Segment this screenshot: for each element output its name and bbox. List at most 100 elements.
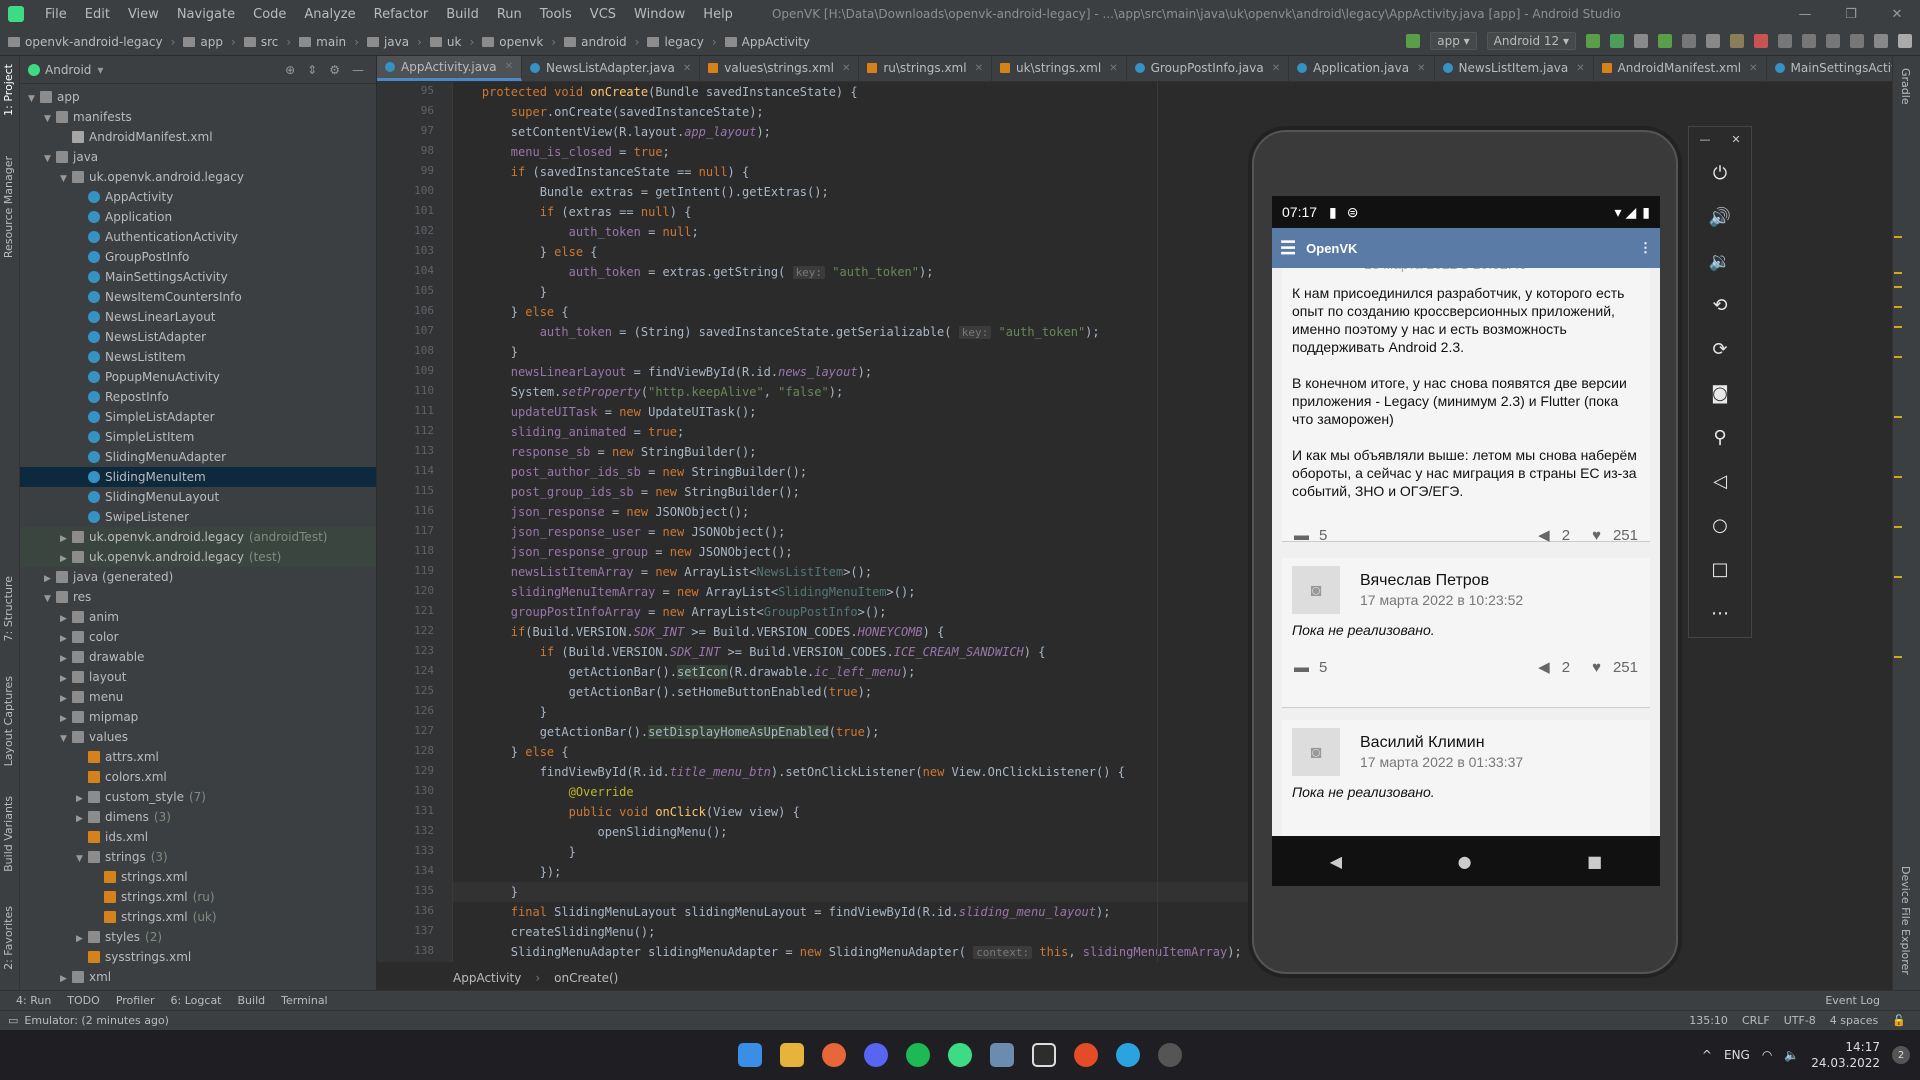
collapsed-icon[interactable]: ▶ xyxy=(76,809,88,829)
language-indicator[interactable]: ENG xyxy=(1724,1048,1750,1062)
close-icon[interactable]: ✕ xyxy=(683,63,691,74)
editor-tab[interactable]: AppActivity.java ✕ xyxy=(377,56,522,81)
news-feed[interactable]: 18 марта 2022 в 10:32:49 К нам присоедин… xyxy=(1272,268,1660,836)
recents-icon[interactable]: ■ xyxy=(1587,852,1602,871)
gradle-tab[interactable]: Gradle xyxy=(1899,68,1912,105)
run-config-select[interactable]: app ▾ xyxy=(1430,32,1477,50)
spotify-icon[interactable] xyxy=(906,1043,930,1067)
chevron-down-icon[interactable]: ▾ xyxy=(97,63,103,77)
breadcrumb-item[interactable]: openvk › xyxy=(482,35,556,49)
tree-item[interactable]: ▼ res xyxy=(20,587,376,607)
indent-setting[interactable]: 4 spaces xyxy=(1830,1014,1879,1027)
tree-item[interactable]: GroupPostInfo xyxy=(20,247,376,267)
close-icon[interactable]: ✕ xyxy=(505,61,513,72)
tree-item[interactable]: PopupMenuActivity xyxy=(20,367,376,387)
breadcrumb-item[interactable]: src › xyxy=(243,35,291,49)
minimize-icon[interactable]: — xyxy=(1699,133,1710,146)
collapse-all-icon[interactable]: ⇕ xyxy=(307,63,317,77)
home-icon[interactable]: ● xyxy=(1458,852,1472,871)
close-icon[interactable]: ✕ xyxy=(975,63,983,74)
tree-item[interactable]: NewsItemCountersInfo xyxy=(20,287,376,307)
tree-item[interactable]: sysstrings.xml xyxy=(20,947,376,967)
tree-item[interactable]: ▶ xml xyxy=(20,967,376,987)
heart-icon[interactable]: ♥ xyxy=(1592,527,1601,544)
structure-tab[interactable]: 7: Structure xyxy=(2,576,15,641)
github-desktop-icon[interactable] xyxy=(1032,1043,1056,1067)
expanded-icon[interactable]: ▼ xyxy=(60,729,72,749)
tool-window-5[interactable]: Terminal xyxy=(281,994,328,1007)
more-icon[interactable]: ⋯ xyxy=(1689,591,1751,635)
editor-tab[interactable]: NewsListItem.java ✕ xyxy=(1435,56,1594,81)
breadcrumb-item[interactable]: main › xyxy=(299,35,359,49)
tree-item[interactable]: SimpleListItem xyxy=(20,427,376,447)
menu-view[interactable]: View xyxy=(119,7,168,22)
repost-icon[interactable]: ◀ xyxy=(1538,526,1550,544)
breadcrumb-item[interactable]: android › xyxy=(564,35,639,49)
editor-tab[interactable]: values\strings.xml ✕ xyxy=(700,56,860,81)
rotate-right-icon[interactable]: ⟳ xyxy=(1689,327,1751,371)
project-view-select[interactable]: Android xyxy=(45,63,91,77)
menu-file[interactable]: File xyxy=(36,7,76,22)
close-button[interactable]: ✕ xyxy=(1874,7,1920,22)
menu-refactor[interactable]: Refactor xyxy=(365,7,438,22)
tree-item[interactable]: AppActivity xyxy=(20,187,376,207)
windows-start-icon[interactable] xyxy=(738,1043,762,1067)
menu-code[interactable]: Code xyxy=(244,7,295,22)
sdk-manager-icon[interactable] xyxy=(1826,34,1840,48)
collapsed-icon[interactable]: ▶ xyxy=(60,609,72,629)
tree-item[interactable]: ▶ menu xyxy=(20,687,376,707)
locate-icon[interactable]: ⊕ xyxy=(285,63,295,77)
repost-icon[interactable]: ◀ xyxy=(1538,658,1550,676)
breadcrumb-method[interactable]: onCreate() xyxy=(554,971,618,985)
power-icon[interactable]: ⏻ xyxy=(1689,151,1751,195)
menu-navigate[interactable]: Navigate xyxy=(168,7,244,22)
menu-edit[interactable]: Edit xyxy=(76,7,119,22)
menu-build[interactable]: Build xyxy=(437,7,488,22)
tree-item[interactable]: ▶ layout xyxy=(20,667,376,687)
tree-item[interactable]: ▼ app xyxy=(20,87,376,107)
back-icon[interactable]: ◀ xyxy=(1330,852,1342,871)
tree-item[interactable]: RepostInfo xyxy=(20,387,376,407)
rotate-left-icon[interactable]: ⟲ xyxy=(1689,283,1751,327)
tree-item[interactable]: ids.xml xyxy=(20,827,376,847)
editor-tab[interactable]: AndroidManifest.xml ✕ xyxy=(1594,56,1767,81)
menu-help[interactable]: Help xyxy=(694,7,742,22)
menu-run[interactable]: Run xyxy=(488,7,531,22)
tree-item[interactable]: AndroidManifest.xml xyxy=(20,127,376,147)
collapsed-icon[interactable]: ▶ xyxy=(60,969,72,989)
search-icon[interactable] xyxy=(1874,34,1888,48)
tree-item[interactable]: SimpleListAdapter xyxy=(20,407,376,427)
status-message[interactable]: Emulator: (2 minutes ago) xyxy=(24,1014,169,1027)
run-icon[interactable] xyxy=(1610,34,1624,48)
tool-window-2[interactable]: Profiler xyxy=(116,994,155,1007)
comment-icon[interactable]: ▬ xyxy=(1294,527,1309,544)
maximize-button[interactable]: ❐ xyxy=(1828,7,1874,22)
profile-icon[interactable] xyxy=(1706,34,1720,48)
tree-item[interactable]: ▼ strings (3) xyxy=(20,847,376,867)
tree-item[interactable]: ▼ values xyxy=(20,727,376,747)
breadcrumb-class[interactable]: AppActivity xyxy=(453,971,521,985)
favorites-tab[interactable]: 2: Favorites xyxy=(2,906,15,970)
collapsed-icon[interactable]: ▶ xyxy=(60,649,72,669)
tree-item[interactable]: ▼ uk.openvk.android.legacy xyxy=(20,167,376,187)
collapsed-icon[interactable]: ▶ xyxy=(44,569,56,589)
collapsed-icon[interactable]: ▶ xyxy=(76,929,88,949)
overview-icon[interactable]: □ xyxy=(1689,547,1751,591)
avd-manager-icon[interactable] xyxy=(1802,34,1816,48)
tree-item[interactable]: strings.xml (uk) xyxy=(20,907,376,927)
tree-item[interactable]: MainSettingsActivity xyxy=(20,267,376,287)
menu-window[interactable]: Window xyxy=(625,7,694,22)
rerun-icon[interactable] xyxy=(1634,34,1648,48)
volume-icon[interactable]: 🔈 xyxy=(1784,1048,1799,1062)
device-select[interactable]: Android 12 ▾ xyxy=(1486,32,1576,50)
code-line[interactable]: protected void onCreate(Bundle savedInst… xyxy=(453,82,1493,102)
expanded-icon[interactable]: ▼ xyxy=(44,589,56,609)
app-icon[interactable] xyxy=(1158,1043,1182,1067)
firefox-icon[interactable] xyxy=(822,1043,846,1067)
chrome-icon[interactable] xyxy=(1074,1043,1098,1067)
editor-tab[interactable]: NewsListAdapter.java ✕ xyxy=(522,56,701,81)
collapsed-icon[interactable]: ▶ xyxy=(60,669,72,689)
tree-item[interactable]: ▶ dimens (3) xyxy=(20,807,376,827)
apply-changes-icon[interactable] xyxy=(1586,34,1600,48)
expanded-icon[interactable]: ▼ xyxy=(28,89,40,109)
